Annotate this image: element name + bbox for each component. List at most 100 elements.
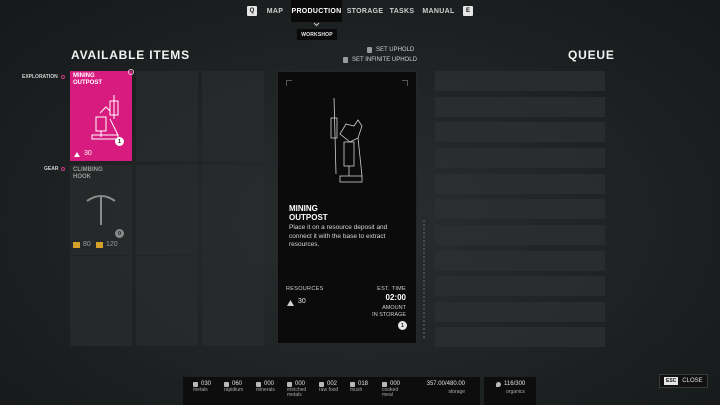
- metals-icon: [193, 381, 198, 387]
- item-climbing-hook[interactable]: CLIMBING HOOK 0 80 120: [70, 165, 132, 255]
- mining-outpost-schematic: [330, 97, 363, 183]
- resource-name: enriched metals: [287, 387, 307, 398]
- selected-marker-icon: [128, 69, 134, 75]
- resource-name: minerals: [256, 387, 275, 393]
- queue-slot: [435, 327, 605, 347]
- resource-bar: 030 metals 060 rapidium 000 minerals 000…: [183, 377, 480, 405]
- resource-name: mush: [350, 387, 363, 393]
- item-count-badge: 0: [115, 229, 124, 238]
- minerals-icon: [256, 381, 261, 387]
- tab-tasks[interactable]: TASKS: [388, 0, 416, 22]
- available-items-title: AVAILABLE ITEMS: [71, 48, 190, 62]
- close-button[interactable]: ESC CLOSE: [659, 374, 708, 388]
- queue-slot: [435, 199, 605, 219]
- queue-slot: [435, 71, 605, 91]
- tab-manual[interactable]: MANUAL: [422, 0, 455, 22]
- resource-raw-food: 002 raw food: [319, 381, 338, 393]
- corner-decoration: [402, 80, 408, 86]
- details-description: Place it on a resource deposit and conne…: [289, 224, 388, 248]
- category-label: GEAR: [44, 166, 59, 172]
- item-count-badge: 1: [115, 137, 124, 146]
- corner-decoration: [286, 80, 292, 86]
- close-label: CLOSE: [682, 378, 703, 384]
- prev-tab-key[interactable]: Q: [247, 6, 257, 16]
- queue-title: QUEUE: [568, 48, 615, 62]
- item-cost-metals: 80: [73, 241, 91, 248]
- est-time-label: EST. TIME: [377, 286, 406, 292]
- empty-slot: [136, 165, 198, 255]
- resource-icon: [287, 300, 294, 306]
- resource-mush: 018 mush: [350, 381, 368, 393]
- resource-name: cooked meal: [382, 387, 399, 398]
- category-label: EXPLORATION: [22, 74, 58, 80]
- amount-in-storage-label: AMOUNT IN STORAGE: [372, 305, 406, 318]
- tab-map[interactable]: MAP: [262, 0, 288, 22]
- resource-name: rapidium: [224, 387, 244, 393]
- empty-slot: [136, 256, 198, 346]
- item-details-panel: MINING OUTPOST Place it on a resource de…: [277, 71, 417, 344]
- resource-name: raw food: [319, 387, 339, 393]
- organics-bar: 116/300 organics: [484, 377, 536, 405]
- set-uphold-button[interactable]: SET UPHOLD: [367, 47, 414, 53]
- mining-outpost-icon: [91, 95, 119, 140]
- category-exploration: EXPLORATION: [22, 74, 65, 80]
- item-mining-outpost[interactable]: MINING OUTPOST 30 1: [70, 69, 134, 161]
- set-infinite-uphold-button[interactable]: SET INFINITE UPHOLD: [343, 57, 417, 63]
- queue-slot: [435, 225, 605, 245]
- esc-key: ESC: [664, 377, 679, 385]
- item-name: CLIMBING HOOK: [73, 167, 103, 180]
- category-gear: GEAR: [44, 166, 66, 172]
- organics-value: 116/300: [504, 381, 526, 387]
- resource-rapidium: 060 rapidium: [224, 381, 243, 393]
- organics-capacity: 116/300 organics: [496, 381, 525, 395]
- next-tab-key[interactable]: E: [463, 6, 473, 16]
- est-time-value: 02:00: [385, 293, 406, 302]
- queue-slot: [435, 174, 605, 194]
- drop-icon: [496, 381, 501, 387]
- item-cost: 30: [84, 150, 92, 157]
- organics-label: organics: [506, 389, 525, 395]
- resource-name: metals: [193, 387, 208, 393]
- queue-slot: [435, 302, 605, 322]
- enriched-metals-icon: [287, 381, 292, 387]
- queue-slot: [435, 148, 605, 168]
- details-title: MINING OUTPOST: [289, 204, 328, 222]
- mush-icon: [350, 381, 355, 387]
- storage-value: 357.00/480.00: [426, 381, 465, 387]
- subtab-workshop[interactable]: WORKSHOP: [297, 29, 337, 40]
- queue-slot: [435, 276, 605, 296]
- mouse-icon: [343, 57, 348, 63]
- resource-metals: 030 metals: [193, 381, 211, 393]
- cost-value: 80: [83, 241, 91, 248]
- cooked-meal-icon: [382, 381, 387, 387]
- chevron-down-icon: [313, 22, 320, 27]
- empty-slot: [136, 71, 198, 161]
- set-uphold-label: SET UPHOLD: [376, 47, 415, 53]
- resources-value: 30: [298, 298, 306, 305]
- mouse-icon: [367, 47, 372, 53]
- resource-icon: [74, 152, 80, 157]
- item-cost-rapidium: 120: [96, 241, 118, 248]
- metals-icon: [73, 241, 80, 248]
- set-infinite-uphold-label: SET INFINITE UPHOLD: [352, 57, 417, 63]
- queue-slot: [435, 251, 605, 271]
- scrollbar-track[interactable]: [423, 220, 425, 340]
- tab-production[interactable]: PRODUCTION: [291, 0, 342, 22]
- item-name: MINING OUTPOST: [73, 73, 103, 86]
- empty-slot: [202, 256, 264, 346]
- empty-slot: [202, 165, 264, 255]
- storage-capacity: 357.00/480.00 storage: [417, 381, 465, 395]
- cost-value: 120: [106, 241, 118, 248]
- rapidium-icon: [96, 241, 103, 248]
- rapidium-icon: [224, 381, 229, 387]
- raw-food-icon: [319, 381, 324, 387]
- queue-slot: [435, 122, 605, 142]
- category-dot-icon: [60, 75, 65, 79]
- resource-minerals: 000 minerals: [256, 381, 275, 393]
- category-dot-icon: [61, 167, 66, 171]
- amount-in-storage-badge: 1: [398, 321, 407, 330]
- tab-storage[interactable]: STORAGE: [346, 0, 384, 22]
- resource-cooked-meal: 000 cooked meal: [382, 381, 400, 398]
- queue-slot: [435, 97, 605, 117]
- resources-label: RESOURCES: [286, 286, 324, 292]
